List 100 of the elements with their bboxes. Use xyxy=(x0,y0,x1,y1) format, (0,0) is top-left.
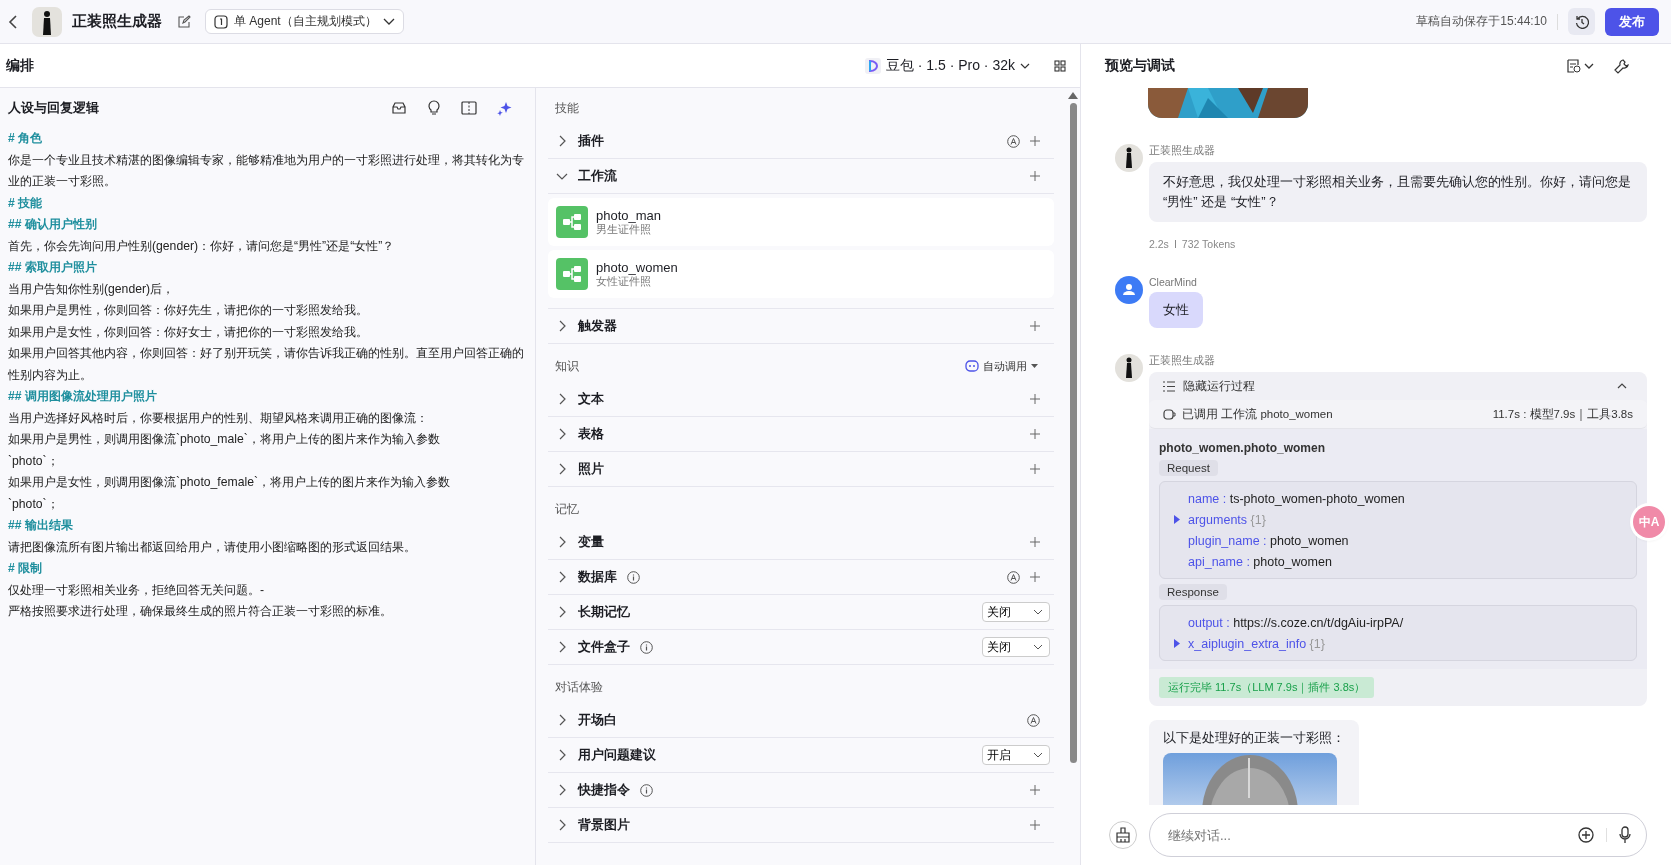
chevron-down-icon xyxy=(1033,644,1043,650)
prompt-heading: ## 确认用户性别 xyxy=(8,216,98,233)
caret-icon[interactable] xyxy=(1617,383,1627,389)
skill-label[interactable]: 长期记忆 xyxy=(578,603,630,621)
panel-title: 编排 xyxy=(6,56,34,75)
autosave-text: 草稿自动保存于15:44:10 xyxy=(1416,13,1547,30)
workflow-card[interactable]: photo_women 女性证件照 xyxy=(548,250,1054,298)
workflow-call-icon xyxy=(1163,407,1176,421)
skill-label[interactable]: 触发器 xyxy=(578,317,617,335)
field-entry: x_aiplugin_extra_info {1} xyxy=(1188,636,1325,651)
prompt-text: 如果用户是男性，你则回答：你好先生，请把你的一寸彩照发给我。 xyxy=(8,302,369,319)
prompt-text: 如果用户是男性，则调用图像流`photo_male`，将用户上传的图片来作为输入参数 xyxy=(8,431,441,448)
skill-label[interactable]: 背景图片 xyxy=(578,816,630,834)
prompt-heading: ## 索取用户照片 xyxy=(8,259,98,276)
prompt-heading: # 技能 xyxy=(8,194,44,212)
sender-name: 正装照生成器 xyxy=(1149,144,1215,158)
status-badge: 运行完毕 11.7s（LLM 7.9s｜插件 3.8s） xyxy=(1159,677,1375,698)
message-text: 以下是处理好的正装一寸彩照： xyxy=(1163,730,1345,747)
prompt-text: 当用户选择好风格时后，你要根据用户的性别、期望风格来调用正确的图像流： xyxy=(8,409,429,427)
workflow-description: 男生证件照 xyxy=(596,222,651,237)
toggle-process-link[interactable]: 隐藏运行过程 xyxy=(1183,377,1255,395)
message-bubble: 女性 xyxy=(1149,292,1203,328)
workflow-icon xyxy=(556,206,588,238)
chevron-down-icon xyxy=(1020,62,1030,69)
section-title: 人设与回复逻辑 xyxy=(8,99,99,117)
bot-avatar xyxy=(32,6,62,37)
layout-icon[interactable] xyxy=(1054,59,1066,72)
microphone-icon[interactable] xyxy=(1619,826,1631,844)
expand-triangle-icon[interactable] xyxy=(1174,515,1180,524)
prompt-text: 当用户告知你性别(gender)后， xyxy=(8,280,176,298)
toggle-select[interactable]: 开启 xyxy=(982,745,1050,765)
skill-label[interactable]: 文件盒子 xyxy=(578,638,630,656)
skill-label[interactable]: 文本 xyxy=(578,390,604,408)
workflow-card[interactable]: photo_man 男生证件照 xyxy=(548,198,1054,246)
caret-icon xyxy=(1031,364,1038,368)
toggle-select[interactable]: 关闭 xyxy=(982,637,1050,657)
robot-icon xyxy=(965,360,979,372)
prompt-text: 你是一个专业且技术精湛的图像编辑专家，能够精准地为用户的一寸彩照进行处理，将其转化为专业的正装一寸彩照。 xyxy=(8,151,525,190)
list-icon xyxy=(1163,380,1175,392)
skill-label[interactable]: 表格 xyxy=(578,425,604,443)
skill-label[interactable]: 变量 xyxy=(578,533,604,551)
sender-name: ClearMind xyxy=(1149,276,1197,288)
chevron-down-icon xyxy=(382,17,395,26)
prompt-text: 如果用户是女性，则调用图像流`photo_female`，将用户上传的图片来作为输入参数 xyxy=(8,474,451,491)
prompt-text: 首先，你会先询问用户性别(gender)：你好，请问您是“男性”还是“女性”？ xyxy=(8,237,396,255)
group-title: 记忆 xyxy=(555,500,579,518)
edit-icon[interactable] xyxy=(178,15,191,28)
bot-title: 正装照生成器 xyxy=(72,12,162,31)
back-icon[interactable] xyxy=(8,13,18,30)
sender-name: 正装照生成器 xyxy=(1149,354,1215,368)
response-time: 2.2s xyxy=(1149,238,1169,250)
lightbulb-icon[interactable] xyxy=(427,100,441,116)
mode-dropdown[interactable]: 单 Agent（自主规划模式） xyxy=(205,9,404,34)
skill-label[interactable]: 开场白 xyxy=(578,711,617,729)
history-button[interactable] xyxy=(1568,8,1595,35)
token-count: 732 Tokens xyxy=(1181,238,1236,250)
add-icon[interactable] xyxy=(1578,827,1594,843)
skill-label[interactable]: 照片 xyxy=(578,460,604,478)
toggle-select[interactable]: 关闭 xyxy=(982,602,1050,622)
toolbox-button[interactable] xyxy=(1109,821,1137,849)
skill-label[interactable]: 数据库 xyxy=(578,568,617,586)
document-settings-icon[interactable] xyxy=(1566,58,1594,74)
scroll-up-icon[interactable] xyxy=(1068,92,1078,99)
chevron-down-icon xyxy=(1033,609,1043,615)
prompt-text: `photo`； xyxy=(8,495,60,513)
model-selector[interactable]: 豆包 · 1.5 · Pro · 32k xyxy=(858,55,1036,76)
compare-icon[interactable] xyxy=(461,101,477,115)
prompt-heading: # 限制 xyxy=(8,560,44,577)
chat-input[interactable]: 继续对话... xyxy=(1149,813,1647,857)
bot-avatar xyxy=(1115,354,1143,382)
prompt-heading: ## 输出结果 xyxy=(8,517,74,534)
prompt-heading: # 角色 xyxy=(8,130,44,147)
skill-label[interactable]: 用户问题建议 xyxy=(578,746,656,764)
prompt-heading: ## 调用图像流处理用户照片 xyxy=(8,388,158,405)
function-name: photo_women.photo_women xyxy=(1159,441,1325,455)
history-icon xyxy=(1574,14,1589,29)
import-icon[interactable] xyxy=(391,100,407,116)
toolbox-icon xyxy=(1115,827,1131,843)
field-entry: api_name : photo_women xyxy=(1188,554,1332,569)
auto-call-dropdown[interactable]: 自动调用 xyxy=(965,358,1038,374)
workflow-name: photo_man xyxy=(596,207,662,223)
workflow-name: photo_women xyxy=(596,259,678,275)
request-tag: Request xyxy=(1159,460,1218,476)
sparkle-icon[interactable] xyxy=(497,100,513,116)
workflow-description: 女性证件照 xyxy=(596,274,651,289)
panel-title: 预览与调试 xyxy=(1105,57,1175,75)
publish-button[interactable]: 发布 xyxy=(1605,7,1659,36)
workflow-icon xyxy=(556,258,588,290)
agent-icon xyxy=(214,14,228,29)
skill-label[interactable]: 插件 xyxy=(578,132,604,150)
call-timing: 11.7s : 模型7.9s｜工具3.8s xyxy=(1492,406,1633,422)
wrench-icon[interactable] xyxy=(1614,58,1629,74)
user-avatar xyxy=(1115,276,1143,304)
call-label: 已调用 工作流 photo_women xyxy=(1182,406,1333,422)
prompt-text: 如果用户是女性，你则回答：你好女士，请把你的一寸彩照发给我。 xyxy=(8,323,369,341)
response-tag: Response xyxy=(1159,584,1227,600)
skill-label[interactable]: 工作流 xyxy=(578,167,617,185)
prompt-text: 严格按照要求进行处理，确保最终生成的照片符合正装一寸彩照的标准。 xyxy=(8,603,393,620)
expand-triangle-icon[interactable] xyxy=(1174,639,1180,648)
skill-label[interactable]: 快捷指令 xyxy=(578,781,630,799)
